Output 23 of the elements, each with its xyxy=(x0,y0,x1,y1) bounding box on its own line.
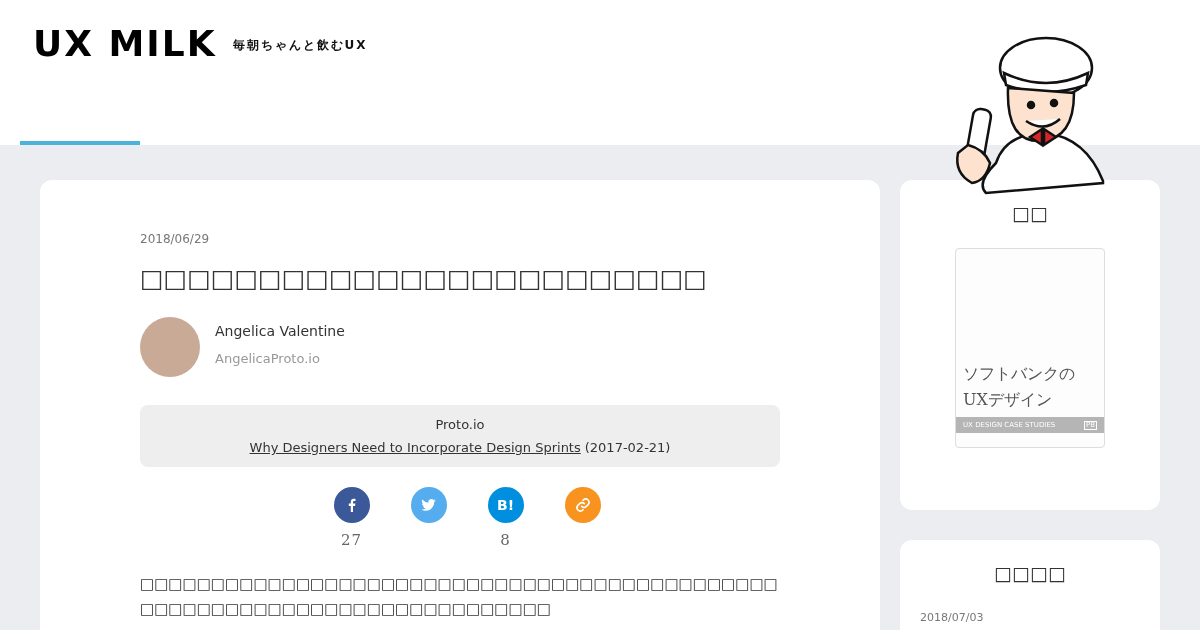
facebook-share-button[interactable] xyxy=(333,487,370,523)
share-count: 8 xyxy=(500,530,511,551)
bird-icon xyxy=(421,499,436,511)
article-body: □□□□□□□□□□□□□□□□□□□□□□□□□□□□□□□□□□□□□□□□□□□□□□□□□□□□□□□□□□□□□□□□□□□□□□□□□□ xyxy=(140,573,779,620)
book-title: ソフトバンクの UXデザイン xyxy=(962,363,1076,411)
share-count: 27 xyxy=(340,530,363,551)
source-link[interactable]: Why Designers Need to Incorporate Design Sprints xyxy=(249,438,581,458)
site-tagline: 毎朝ちゃんと飲むUX xyxy=(232,37,368,54)
sidebar-heading: □□ xyxy=(1011,204,1049,223)
author-avatar xyxy=(140,317,200,377)
source-date: (2017-02-21) xyxy=(584,439,671,457)
article-date: 2018/06/29 xyxy=(140,233,211,245)
post-date: 2018/07/03 xyxy=(920,610,985,626)
author-name[interactable]: Angelica Valentine xyxy=(215,321,345,343)
source-publisher: Proto.io xyxy=(435,415,485,434)
site-logo[interactable]: UX MILK xyxy=(33,26,217,62)
link-icon xyxy=(574,497,591,513)
hatena-share-button[interactable]: B! xyxy=(487,487,524,523)
facebook-icon xyxy=(347,498,356,512)
link-share-button[interactable] xyxy=(564,487,601,523)
sidebar-heading: □□□□ xyxy=(993,564,1067,583)
twitter-share-button[interactable] xyxy=(410,487,447,523)
article-title: □□□□□□□□□□□□□□□□□□□□□□□□ xyxy=(140,263,708,295)
